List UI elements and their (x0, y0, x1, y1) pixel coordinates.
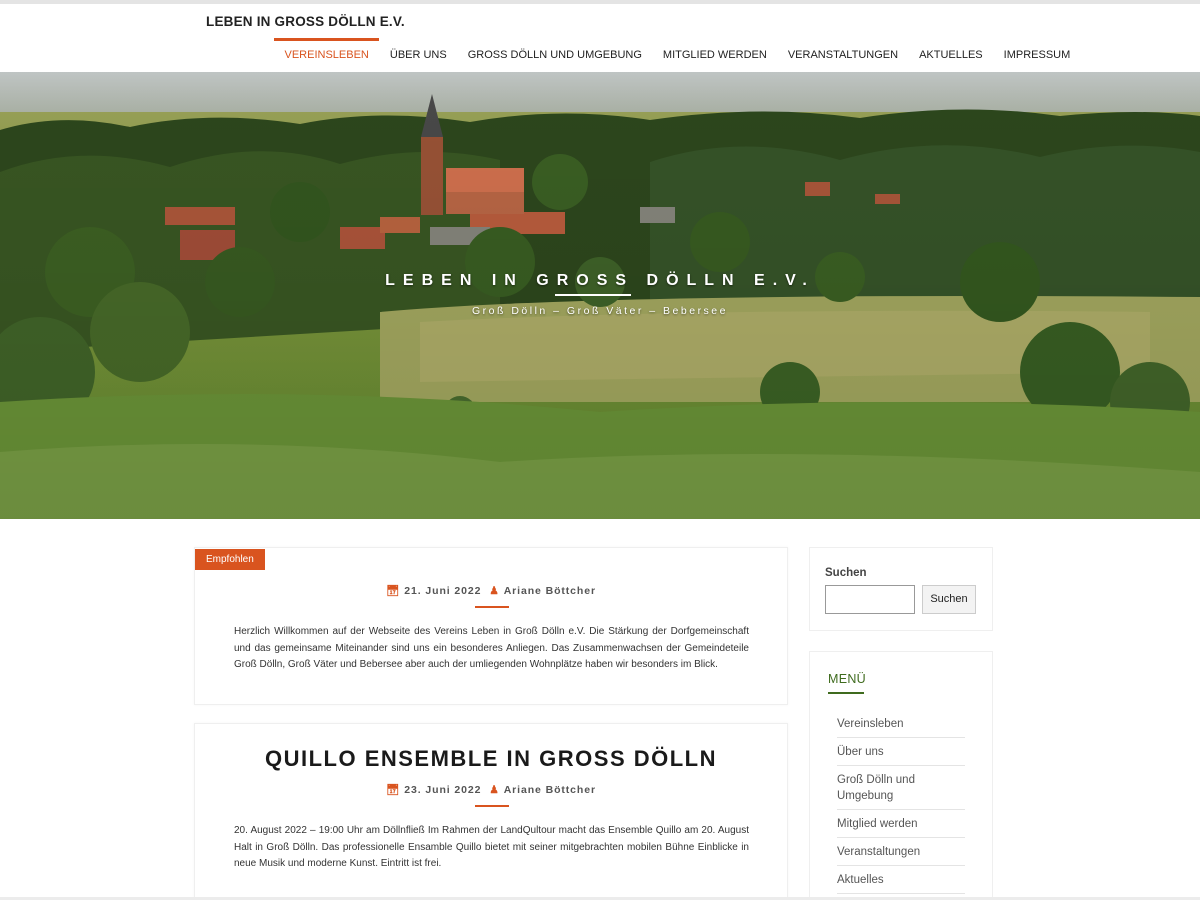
nav-item-gross-doelln[interactable]: GROSS DÖLLN UND UMGEBUNG (457, 38, 652, 72)
user-icon: ♟ (489, 784, 500, 796)
hero-subtitle: Groß Dölln – Groß Väter – Bebersee (472, 305, 728, 317)
search-label: Suchen (825, 567, 867, 579)
meta-underline (475, 805, 509, 807)
calendar-icon: 📅︎ (386, 784, 401, 796)
user-icon: ♟ (489, 585, 500, 597)
featured-badge[interactable]: Empfohlen (195, 549, 265, 570)
post-author[interactable]: Ariane Böttcher (504, 585, 596, 597)
hero-banner: LEBEN IN GROSS DÖLLN E.V. Groß Dölln – G… (0, 72, 1200, 519)
post-author[interactable]: Ariane Böttcher (504, 784, 596, 796)
post-date[interactable]: 23. Juni 2022 (404, 784, 481, 796)
nav-item-veranstaltungen[interactable]: VERANSTALTUNGEN (777, 38, 908, 72)
search-input[interactable] (825, 585, 915, 614)
sidebar-item-aktuelles[interactable]: Aktuelles (837, 866, 965, 894)
post-card: Empfohlen 📅︎ 21. Juni 2022 ♟ Ariane Böttche… (194, 547, 788, 705)
sidebar-item-gross-doelln[interactable]: Groß Dölln und Umgebung (837, 766, 965, 810)
nav-item-aktuelles[interactable]: AKTUELLES (909, 38, 994, 72)
site-title[interactable]: LEBEN IN GROSS DÖLLN E.V. (206, 14, 405, 29)
sidebar-item-vereinsleben[interactable]: Vereinsleben (837, 710, 965, 738)
meta-underline (475, 606, 509, 608)
menu-widget: MENÜ Vereinsleben Über uns Groß Dölln un… (809, 651, 993, 900)
nav-item-impressum[interactable]: IMPRESSUM (993, 38, 1081, 72)
search-widget: Suchen Suchen (809, 547, 993, 631)
sidebar-item-ueber-uns[interactable]: Über uns (837, 738, 965, 766)
post-excerpt: 20. August 2022 – 19:00 Uhr am Döllnflie… (234, 825, 749, 869)
top-border (0, 0, 1200, 4)
nav-item-ueber-uns[interactable]: ÜBER UNS (379, 38, 457, 72)
post-excerpt: Herzlich Willkommen auf der Webseite des… (234, 626, 749, 670)
hero-title: LEBEN IN GROSS DÖLLN E.V. (385, 272, 815, 289)
main-nav: VEREINSLEBEN ÜBER UNS GROSS DÖLLN UND UM… (274, 38, 1081, 72)
hero-divider (555, 294, 631, 296)
menu-title-underline (828, 692, 864, 694)
sidebar-item-veranstaltungen[interactable]: Veranstaltungen (837, 838, 965, 866)
post-meta: 📅︎ 23. Juni 2022 ♟ Ariane Böttcher (195, 783, 787, 796)
calendar-icon: 📅︎ (386, 585, 401, 597)
post-card: QUILLO ENSEMBLE IN GROSS DÖLLN 📅︎ 23. Jun… (194, 723, 788, 900)
post-title[interactable]: QUILLO ENSEMBLE IN GROSS DÖLLN (195, 746, 787, 772)
nav-item-mitglied-werden[interactable]: MITGLIED WERDEN (652, 38, 777, 72)
search-button[interactable]: Suchen (922, 585, 976, 614)
sidebar-item-mitglied-werden[interactable]: Mitglied werden (837, 810, 965, 838)
menu-widget-title: MENÜ (828, 672, 867, 686)
nav-item-vereinsleben[interactable]: VEREINSLEBEN (274, 38, 380, 72)
post-date[interactable]: 21. Juni 2022 (404, 585, 481, 597)
post-meta: 📅︎ 21. Juni 2022 ♟ Ariane Böttcher (195, 584, 787, 597)
sidebar-menu: Vereinsleben Über uns Groß Dölln und Umg… (837, 710, 965, 894)
